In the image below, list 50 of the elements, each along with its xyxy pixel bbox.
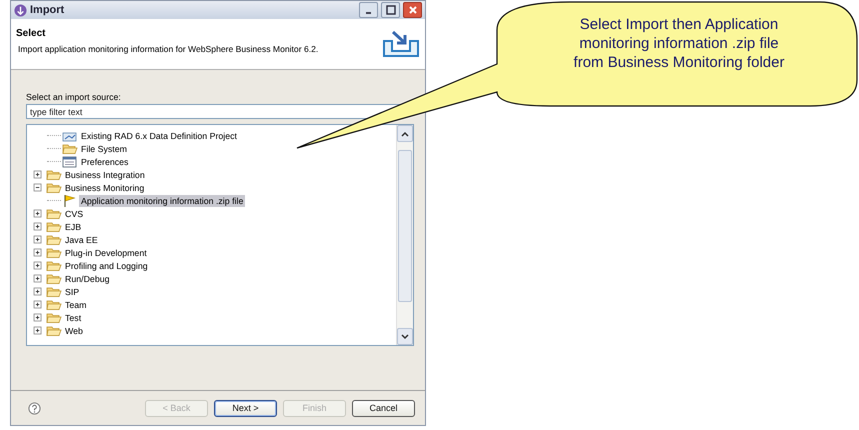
folder-icon (46, 259, 62, 272)
folder-icon (46, 181, 62, 194)
folder-icon (46, 298, 62, 311)
tree-item[interactable]: Java EE (63, 234, 100, 246)
tree-item[interactable]: Run/Debug (63, 272, 112, 284)
folder-icon (46, 272, 62, 285)
close-button[interactable] (403, 2, 422, 18)
scroll-thumb[interactable] (398, 150, 412, 302)
tree-item[interactable]: Team (63, 298, 89, 310)
minimize-icon (366, 12, 371, 14)
folder-icon (46, 207, 62, 220)
tree-item[interactable]: Plug-in Development (63, 246, 149, 258)
import-tray-icon (381, 29, 421, 59)
tree-item[interactable]: SIP (63, 286, 82, 298)
folder-icon (62, 142, 78, 155)
maximize-icon (386, 5, 396, 15)
tree-item[interactable]: EJB (63, 220, 84, 232)
tree-item[interactable]: Application monitoring information .zip file (79, 194, 246, 206)
tree-item[interactable]: Existing RAD 6.x Data Definition Project (79, 130, 239, 142)
dialog-button[interactable]: Next > (214, 400, 277, 416)
maximize-button[interactable] (381, 2, 400, 18)
help-icon[interactable] (28, 402, 41, 414)
tree-item[interactable]: Test (63, 312, 84, 324)
callout-text: Select Import then Application monitoring information .zip file from Business Monitoring folder (572, 15, 786, 72)
tree-item[interactable]: File System (79, 142, 129, 154)
folder-icon (46, 311, 62, 324)
page-title: Select (16, 28, 46, 39)
filter-field[interactable]: type filter text (26, 104, 402, 119)
scrollbar[interactable] (396, 125, 413, 345)
window-title: Import (30, 4, 64, 16)
dialog-button[interactable]: Cancel (352, 400, 415, 416)
tree-item[interactable]: Preferences (79, 156, 130, 168)
page-description: Import application monitoring information for WebSphere Business Monitor 6.2. (17, 44, 320, 54)
close-icon (408, 5, 418, 15)
tree-item[interactable]: Web (63, 324, 85, 336)
tree-item[interactable]: Profiling and Logging (63, 260, 150, 272)
window-icon (62, 155, 78, 168)
folder-icon (46, 324, 62, 337)
flag-icon (62, 194, 78, 207)
folder-icon (46, 220, 62, 233)
source-label: Select an import source: (26, 92, 122, 102)
folder-icon (46, 285, 62, 298)
tree-item[interactable]: Business Integration (63, 168, 147, 180)
tree-item[interactable]: CVS (63, 208, 86, 220)
app-icon (14, 4, 27, 16)
folder-icon (46, 233, 62, 246)
folder-icon (46, 246, 62, 259)
folder-icon (46, 168, 62, 181)
tree-item[interactable]: Business Monitoring (63, 182, 146, 194)
minimize-button[interactable] (359, 2, 378, 18)
